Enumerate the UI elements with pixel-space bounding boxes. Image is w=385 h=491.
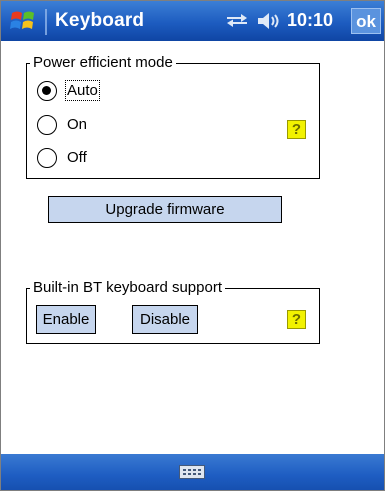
bt-keyboard-group: Built-in BT keyboard support Enable Disa… — [26, 279, 320, 344]
power-mode-group: Power efficient mode Auto On Off ? — [26, 54, 320, 179]
bt-keyboard-group-title: Built-in BT keyboard support — [30, 279, 225, 296]
bt-help-icon[interactable]: ? — [287, 310, 306, 329]
bottom-menu-bar — [1, 454, 384, 490]
windows-start-icon[interactable] — [9, 7, 37, 35]
radio-label-off[interactable]: Off — [67, 149, 87, 166]
keyboard-icon[interactable] — [179, 465, 205, 479]
power-help-icon[interactable]: ? — [287, 120, 306, 139]
clock[interactable]: 10:10 — [287, 10, 333, 31]
disable-button[interactable]: Disable — [132, 305, 198, 334]
radio-auto[interactable]: Auto — [37, 79, 157, 105]
radio-button-off[interactable] — [37, 148, 57, 168]
radio-off[interactable]: Off — [37, 146, 157, 172]
radio-label-on[interactable]: On — [67, 116, 87, 133]
radio-button-auto[interactable] — [37, 81, 57, 101]
connectivity-icon[interactable] — [223, 11, 251, 31]
radio-on[interactable]: On — [37, 113, 157, 139]
window-title: Keyboard — [55, 10, 145, 31]
volume-icon[interactable] — [255, 11, 283, 31]
radio-label-auto[interactable]: Auto — [65, 80, 100, 101]
power-mode-group-title: Power efficient mode — [30, 54, 176, 71]
ok-button[interactable]: ok — [351, 8, 381, 34]
device-screen: Keyboard 10:10 ok Power efficient mode A… — [0, 0, 385, 491]
radio-button-on[interactable] — [37, 115, 57, 135]
title-bar: Keyboard 10:10 ok — [1, 1, 384, 41]
upgrade-firmware-button[interactable]: Upgrade firmware — [48, 196, 282, 223]
enable-button[interactable]: Enable — [36, 305, 96, 334]
title-separator — [45, 9, 47, 35]
